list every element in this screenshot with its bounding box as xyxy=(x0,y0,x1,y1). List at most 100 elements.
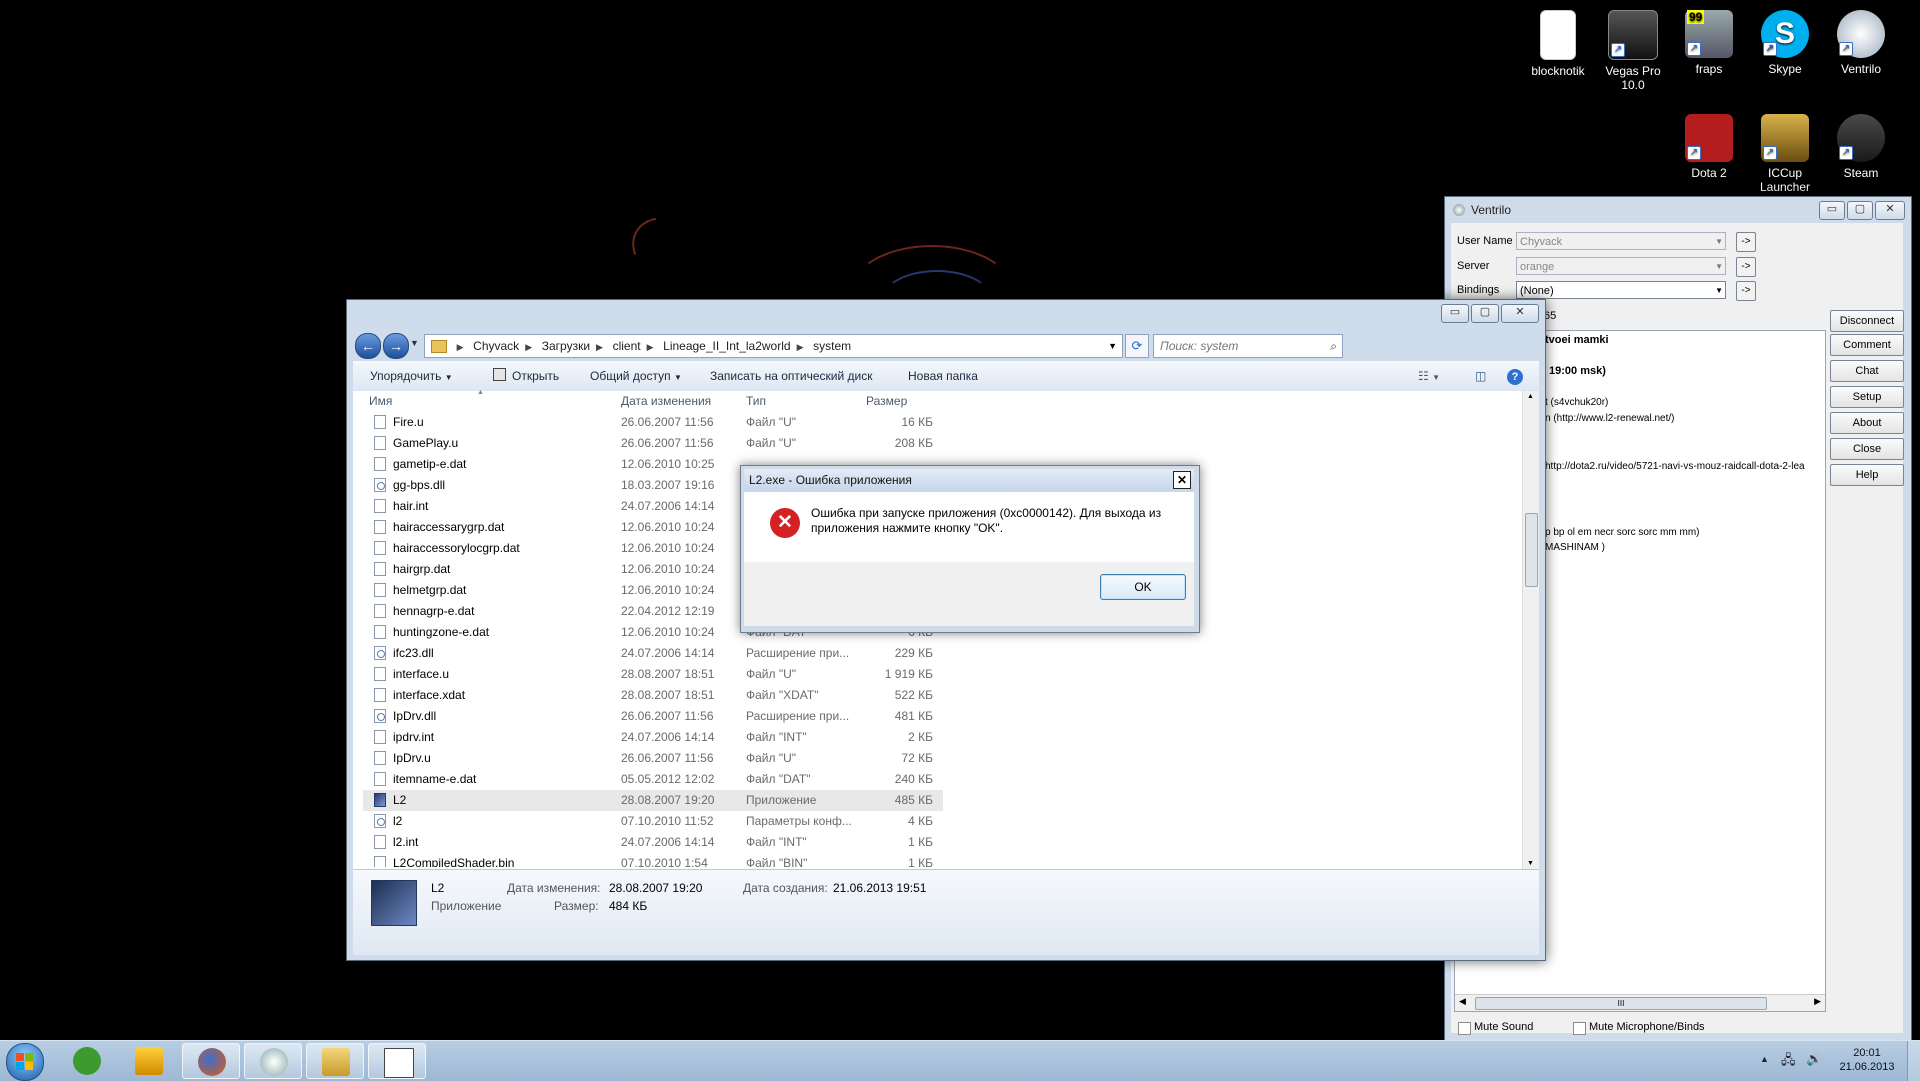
breadcrumb-item[interactable]: system xyxy=(807,335,857,357)
explorer-maximize-button[interactable]: ▢ xyxy=(1471,304,1499,323)
taskbar-utorrent[interactable] xyxy=(58,1043,116,1079)
desktop-icon-skype[interactable]: S ↗ Skype xyxy=(1747,10,1823,76)
bindings-select[interactable]: (None) ▼ xyxy=(1516,281,1726,299)
taskbar-firefox[interactable] xyxy=(182,1043,240,1079)
channel-line[interactable]: 19:00 msk) xyxy=(1549,365,1606,377)
explorer-close-button[interactable]: ✕ xyxy=(1501,304,1539,323)
chat-button[interactable]: Chat xyxy=(1830,360,1904,382)
refresh-icon[interactable]: ⟳ xyxy=(1125,334,1149,358)
taskbar-ventrilo[interactable] xyxy=(244,1043,302,1079)
server-select[interactable]: orange ▼ xyxy=(1516,257,1726,275)
file-row[interactable]: interface.u 28.08.2007 18:51 Файл "U" 1 919… xyxy=(363,664,943,685)
search-input[interactable]: Поиск: system ⌕ xyxy=(1153,334,1343,358)
back-arrow-icon[interactable]: ← xyxy=(355,333,381,359)
share-button[interactable]: Общий доступ ▼ xyxy=(590,361,682,393)
new-folder-button[interactable]: Новая папка xyxy=(908,361,978,391)
file-row[interactable]: itemname-e.dat 05.05.2012 12:02 Файл "DAT"… xyxy=(363,769,943,790)
show-desktop-button[interactable] xyxy=(1907,1041,1920,1081)
username-go-button[interactable]: -> xyxy=(1736,232,1756,252)
preview-pane-icon[interactable]: ◫ xyxy=(1475,361,1486,391)
file-row[interactable]: GamePlay.u 26.06.2007 11:56 Файл "U" 208 КБ xyxy=(363,433,943,454)
scroll-right-icon[interactable]: ▶ xyxy=(1814,996,1821,1007)
breadcrumb-separator-icon[interactable]: ▶ xyxy=(596,336,603,358)
breadcrumb-separator-icon[interactable]: ▶ xyxy=(647,336,654,358)
forward-arrow-icon[interactable]: → xyxy=(383,333,409,359)
volume-icon[interactable]: 🔊 xyxy=(1806,1051,1822,1067)
file-row[interactable]: L2 28.08.2007 19:20 Приложение 485 КБ xyxy=(363,790,943,811)
channel-hscrollbar[interactable]: ◀ III ▶ xyxy=(1455,994,1825,1011)
taskbar-daemon-tools[interactable] xyxy=(120,1043,178,1079)
file-row[interactable]: l2.int 24.07.2006 14:14 Файл "INT" 1 КБ xyxy=(363,832,943,853)
channel-line[interactable]: t (s4vchuk20r) xyxy=(1545,397,1608,408)
burn-button[interactable]: Записать на оптический диск xyxy=(710,361,873,391)
scroll-up-icon[interactable]: ▲ xyxy=(1527,393,1534,400)
file-row[interactable]: interface.xdat 28.08.2007 18:51 Файл "XDAT… xyxy=(363,685,943,706)
column-header-type[interactable]: Тип xyxy=(746,391,766,411)
ventrilo-close-button[interactable]: ✕ xyxy=(1875,201,1905,220)
channel-line[interactable]: n (http://www.l2-renewal.net/) xyxy=(1545,413,1675,424)
file-row[interactable]: L2CompiledShader.bin 07.10.2010 1:54 Файл … xyxy=(363,853,943,867)
file-list-vscrollbar[interactable]: ▲ ▼ xyxy=(1522,391,1539,869)
help-icon[interactable]: ? xyxy=(1507,361,1523,391)
breadcrumb-item[interactable]: Chyvack xyxy=(467,335,525,357)
scroll-down-icon[interactable]: ▼ xyxy=(1527,860,1534,867)
hscroll-thumb[interactable]: III xyxy=(1475,997,1767,1010)
desktop-icon-dota2[interactable]: ↗ Dota 2 xyxy=(1671,114,1747,180)
about-button[interactable]: About xyxy=(1830,412,1904,434)
bindings-go-button[interactable]: -> xyxy=(1736,281,1756,301)
network-icon[interactable]: 🖧 xyxy=(1781,1051,1796,1073)
taskbar-l2-dialog[interactable] xyxy=(368,1043,426,1079)
file-row[interactable]: IpDrv.u 26.06.2007 11:56 Файл "U" 72 КБ xyxy=(363,748,943,769)
mute-sound-checkbox[interactable] xyxy=(1458,1022,1471,1035)
file-row[interactable]: ipdrv.int 24.07.2006 14:14 Файл "INT" 2 КБ xyxy=(363,727,943,748)
desktop-icon-steam[interactable]: ↗ Steam xyxy=(1823,114,1899,180)
help-button[interactable]: Help xyxy=(1830,464,1904,486)
taskbar-explorer[interactable] xyxy=(306,1043,364,1079)
desktop-icon-blocknotik[interactable]: blocknotik xyxy=(1520,10,1596,78)
desktop-icon-fraps[interactable]: 99 ↗ fraps xyxy=(1671,10,1747,76)
view-options-icon[interactable]: ☷ ▼ xyxy=(1418,361,1440,393)
ventrilo-minimize-button[interactable]: ▭ xyxy=(1819,201,1845,220)
file-row[interactable]: ifc23.dll 24.07.2006 14:14 Расширение при.… xyxy=(363,643,943,664)
mute-mic-checkbox[interactable] xyxy=(1573,1022,1586,1035)
scroll-left-icon[interactable]: ◀ xyxy=(1459,996,1466,1007)
file-row[interactable]: Fire.u 26.06.2007 11:56 Файл "U" 16 КБ xyxy=(363,412,943,433)
breadcrumb-item[interactable]: Lineage_II_Int_la2world xyxy=(657,335,796,357)
channel-line[interactable]: tvoei mamki xyxy=(1545,334,1609,346)
desktop-icon-ventrilo[interactable]: ↗ Ventrilo xyxy=(1823,10,1899,76)
close-button[interactable]: Close xyxy=(1830,438,1904,460)
breadcrumb-separator-icon[interactable]: ▶ xyxy=(525,336,532,358)
breadcrumb-item[interactable]: Загрузки xyxy=(536,335,596,357)
desktop-icon-iccup[interactable]: ↗ ICCup Launcher xyxy=(1747,114,1823,194)
vscroll-thumb[interactable] xyxy=(1525,513,1538,587)
show-hidden-icons-chevron-icon[interactable]: ▲ xyxy=(1760,1054,1769,1064)
open-button[interactable]: Открыть xyxy=(493,361,559,391)
breadcrumb-separator-icon[interactable]: ▶ xyxy=(797,336,804,358)
clock[interactable]: 20:01 21.06.2013 xyxy=(1832,1046,1902,1074)
breadcrumb-separator-icon[interactable]: ▶ xyxy=(457,336,464,358)
file-row[interactable]: l2 07.10.2010 11:52 Параметры конф... 4 КБ xyxy=(363,811,943,832)
desktop-icon-vegas[interactable]: ↗ Vegas Pro 10.0 xyxy=(1595,10,1671,92)
setup-button[interactable]: Setup xyxy=(1830,386,1904,408)
disconnect-button[interactable]: Disconnect xyxy=(1830,310,1904,332)
explorer-minimize-button[interactable]: ▭ xyxy=(1441,304,1469,323)
server-go-button[interactable]: -> xyxy=(1736,257,1756,277)
recent-pages-chevron-icon[interactable]: ▼ xyxy=(410,338,419,348)
start-button[interactable] xyxy=(6,1043,44,1081)
ok-button[interactable]: OK xyxy=(1100,574,1186,600)
breadcrumb-item[interactable]: client xyxy=(607,335,647,357)
channel-line[interactable]: MASHINAM ) xyxy=(1545,542,1605,553)
username-select[interactable]: Chyvack ▼ xyxy=(1516,232,1726,250)
comment-button[interactable]: Comment xyxy=(1830,334,1904,356)
address-dropdown-chevron-icon[interactable]: ▼ xyxy=(1108,335,1117,357)
address-bar[interactable]: ▶ Chyvack ▶ Загрузки ▶ client ▶ Lineage_II_… xyxy=(424,334,1123,358)
column-header-name[interactable]: Имя xyxy=(369,391,392,411)
file-row[interactable]: IpDrv.dll 26.06.2007 11:56 Расширение при.… xyxy=(363,706,943,727)
organize-button[interactable]: Упорядочить ▼ xyxy=(370,361,453,393)
dialog-close-button[interactable]: ✕ xyxy=(1173,471,1191,489)
column-header-date[interactable]: Дата изменения xyxy=(621,391,711,411)
search-icon[interactable]: ⌕ xyxy=(1330,335,1337,357)
column-header-size[interactable]: Размер xyxy=(866,391,907,411)
channel-line[interactable]: http://dota2.ru/video/5721-navi-vs-mouz-… xyxy=(1545,461,1805,472)
channel-line[interactable]: p bp ol em necr sorc sorc mm mm) xyxy=(1545,527,1699,538)
